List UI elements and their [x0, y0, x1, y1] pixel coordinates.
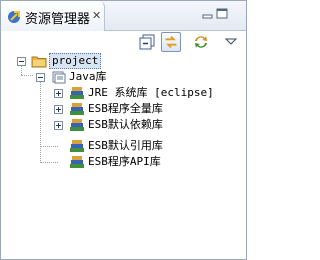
tree-node-project[interactable]: project — [1, 53, 246, 69]
library-icon — [70, 156, 84, 168]
expand-toggle[interactable] — [54, 105, 63, 114]
collapse-toggle[interactable] — [36, 73, 45, 82]
library-icon — [70, 119, 84, 131]
minimize-icon[interactable] — [201, 7, 215, 21]
tree-node-label: JRE 系统库 [eclipse] — [88, 86, 214, 99]
tree-node-library[interactable]: ESB默认引用库 — [1, 138, 246, 154]
close-icon[interactable]: ✕ — [92, 9, 101, 22]
tree-node-label: ESB默认引用库 — [88, 139, 163, 152]
library-icon — [70, 140, 84, 152]
maximize-icon[interactable] — [215, 7, 229, 21]
tree-node-label: ESB程序全量库 — [88, 102, 163, 115]
collapse-all-icon[interactable] — [138, 32, 158, 52]
tree-node-label: ESB默认依赖库 — [88, 118, 163, 131]
view-title: 资源管理器 — [25, 12, 91, 27]
tree-node-java-lib[interactable]: Java库 — [1, 69, 246, 85]
expand-toggle[interactable] — [54, 121, 63, 130]
explorer-tab[interactable]: 资源管理器 ✕ — [1, 1, 105, 31]
link-with-editor-icon[interactable] — [161, 32, 181, 52]
tree-node-library[interactable]: ESB程序全量库 — [1, 101, 246, 117]
library-icon — [70, 87, 84, 99]
tree-node-library[interactable]: ESB程序API库 — [1, 154, 246, 170]
library-icon — [52, 71, 66, 84]
view-menu-icon[interactable] — [221, 32, 241, 52]
tree-node-library[interactable]: JRE 系统库 [eclipse] — [1, 85, 246, 101]
folder-project-icon — [31, 56, 47, 68]
sync-icon[interactable] — [191, 32, 211, 52]
tree-node-label: project — [49, 53, 102, 69]
view-tab-bar: 资源管理器 ✕ — [1, 1, 246, 31]
tree-node-label: Java库 — [69, 70, 107, 83]
tree-node-label: ESB程序API库 — [88, 155, 161, 168]
collapse-toggle[interactable] — [17, 57, 26, 66]
explorer-icon — [8, 11, 20, 23]
explorer-view: 资源管理器 ✕ project Java库 JRE 系统库 [eclipse] … — [0, 0, 247, 260]
tree-node-library[interactable]: ESB默认依赖库 — [1, 117, 246, 133]
library-icon — [70, 103, 84, 115]
expand-toggle[interactable] — [54, 89, 63, 98]
